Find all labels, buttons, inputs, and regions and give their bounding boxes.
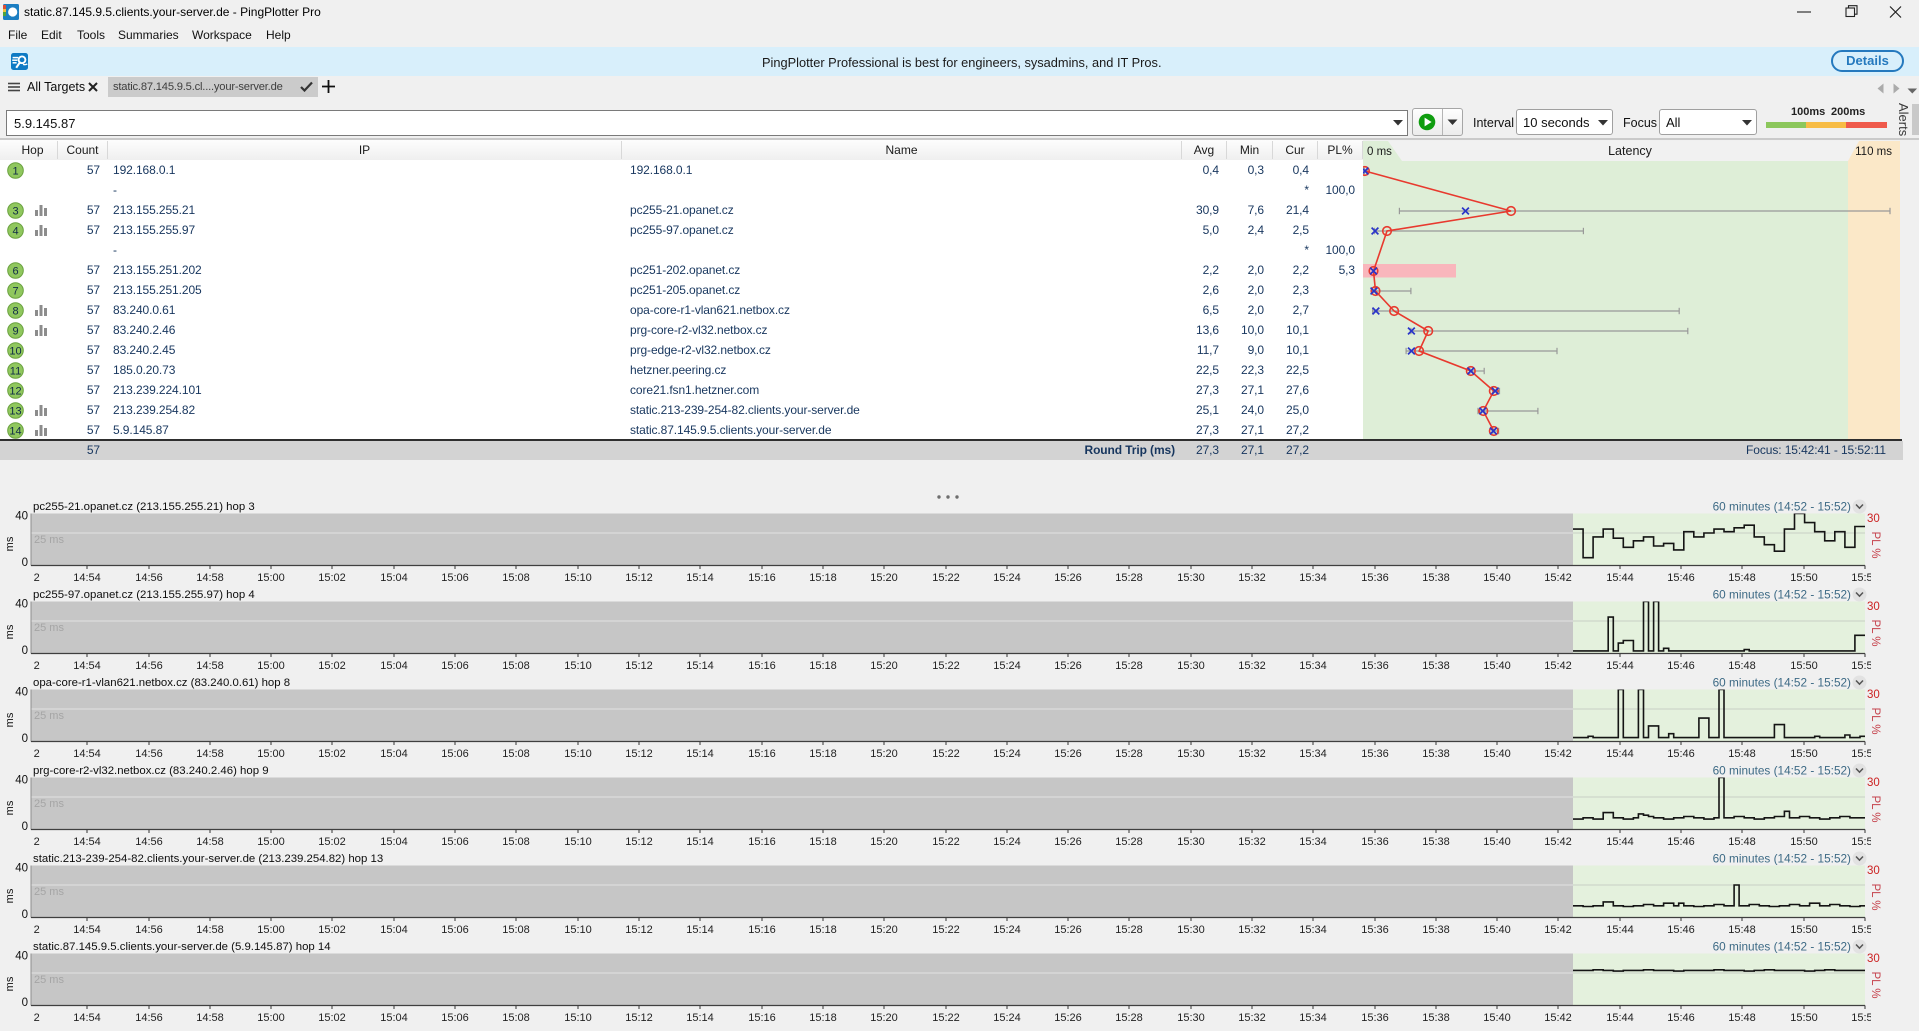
svg-text:15:08: 15:08	[502, 1012, 530, 1024]
svg-text:ms: ms	[4, 624, 16, 639]
svg-text:25 ms: 25 ms	[34, 974, 64, 986]
svg-text:60 minutes (14:52 - 15:52): 60 minutes (14:52 - 15:52)	[1713, 588, 1851, 602]
svg-text:pc255-97.opanet.cz (213.155.25: pc255-97.opanet.cz (213.155.255.97) hop …	[33, 589, 255, 601]
svg-text:PL %: PL %	[1869, 619, 1881, 646]
svg-text:15:34: 15:34	[1299, 1012, 1327, 1024]
svg-text:30: 30	[1867, 777, 1880, 789]
svg-text:15:10: 15:10	[564, 1012, 592, 1024]
svg-text:12: 12	[9, 385, 21, 397]
svg-text:10: 10	[9, 345, 21, 357]
svg-text:60 minutes (14:52 - 15:52): 60 minutes (14:52 - 15:52)	[1713, 676, 1851, 690]
svg-text:ms: ms	[4, 976, 16, 991]
svg-text:15:28: 15:28	[1115, 1012, 1143, 1024]
svg-text:15:26: 15:26	[1054, 1012, 1082, 1024]
svg-text:15:42: 15:42	[1544, 1012, 1572, 1024]
svg-text:3: 3	[12, 205, 18, 217]
svg-text:15:02: 15:02	[318, 1012, 346, 1024]
svg-text:15:24: 15:24	[993, 1012, 1021, 1024]
svg-text:30: 30	[1867, 601, 1880, 613]
svg-text:25 ms: 25 ms	[34, 622, 64, 634]
svg-text:0: 0	[22, 733, 28, 745]
svg-text:opa-core-r1-vlan621.netbox.cz: opa-core-r1-vlan621.netbox.cz (83.240.0.…	[33, 677, 290, 689]
svg-text:14:56: 14:56	[135, 1012, 163, 1024]
svg-text:15:30: 15:30	[1177, 1012, 1205, 1024]
svg-text:Latency: Latency	[1608, 144, 1653, 158]
svg-text:PL %: PL %	[1869, 707, 1881, 734]
svg-text:110 ms: 110 ms	[1855, 146, 1892, 158]
svg-text:4: 4	[12, 225, 18, 237]
svg-text:prg-core-r2-vl32.netbox.cz (83: prg-core-r2-vl32.netbox.cz (83.240.2.46)…	[33, 765, 269, 777]
svg-text:14:58: 14:58	[196, 1012, 224, 1024]
svg-text:ms: ms	[4, 888, 16, 903]
svg-text:15:18: 15:18	[809, 1012, 837, 1024]
svg-text:60 minutes (14:52 - 15:52): 60 minutes (14:52 - 15:52)	[1713, 764, 1851, 778]
svg-text:25 ms: 25 ms	[34, 710, 64, 722]
svg-text:25 ms: 25 ms	[34, 534, 64, 546]
svg-text:9: 9	[12, 325, 18, 337]
svg-text:0: 0	[22, 997, 28, 1009]
svg-text:ms: ms	[4, 536, 16, 551]
svg-text:14:52: 14:52	[12, 1012, 40, 1024]
svg-text:15:16: 15:16	[748, 1012, 776, 1024]
svg-text:8: 8	[12, 305, 18, 317]
svg-text:PL %: PL %	[1869, 971, 1881, 998]
svg-text:6: 6	[12, 265, 18, 277]
svg-text:static.213-239-254-82.clients.: static.213-239-254-82.clients.your-serve…	[33, 853, 383, 865]
svg-text:15:40: 15:40	[1483, 1012, 1511, 1024]
svg-text:pc255-21.opanet.cz (213.155.25: pc255-21.opanet.cz (213.155.255.21) hop …	[33, 501, 255, 513]
svg-text:15:36: 15:36	[1361, 1012, 1389, 1024]
svg-text:60 minutes (14:52 - 15:52): 60 minutes (14:52 - 15:52)	[1713, 940, 1851, 954]
svg-text:13: 13	[9, 405, 21, 417]
svg-text:ms: ms	[4, 800, 16, 815]
svg-text:60 minutes (14:52 - 15:52): 60 minutes (14:52 - 15:52)	[1713, 852, 1851, 866]
svg-text:40: 40	[15, 775, 28, 787]
svg-text:30: 30	[1867, 513, 1880, 525]
svg-text:15:46: 15:46	[1667, 1012, 1695, 1024]
svg-text:15:22: 15:22	[932, 1012, 960, 1024]
svg-text:15:38: 15:38	[1422, 1012, 1450, 1024]
svg-text:15:20: 15:20	[870, 1012, 898, 1024]
svg-text:14:54: 14:54	[73, 1012, 101, 1024]
svg-text:ms: ms	[4, 712, 16, 727]
svg-text:11: 11	[10, 365, 21, 377]
svg-text:15:50: 15:50	[1790, 1012, 1818, 1024]
svg-text:15:00: 15:00	[257, 1012, 285, 1024]
svg-text:15:04: 15:04	[380, 1012, 408, 1024]
svg-text:15:14: 15:14	[686, 1012, 714, 1024]
svg-text:15:12: 15:12	[625, 1012, 653, 1024]
svg-text:40: 40	[15, 863, 28, 875]
svg-text:PL %: PL %	[1869, 531, 1881, 558]
svg-text:15:06: 15:06	[441, 1012, 469, 1024]
svg-text:40: 40	[15, 599, 28, 611]
svg-text:40: 40	[15, 687, 28, 699]
svg-text:40: 40	[15, 511, 28, 523]
svg-text:25 ms: 25 ms	[34, 886, 64, 898]
svg-text:0: 0	[22, 909, 28, 921]
svg-text:PL %: PL %	[1869, 795, 1881, 822]
svg-text:15:32: 15:32	[1238, 1012, 1266, 1024]
svg-text:0: 0	[22, 645, 28, 657]
svg-text:30: 30	[1867, 953, 1880, 965]
svg-text:15:48: 15:48	[1728, 1012, 1756, 1024]
svg-text:PL %: PL %	[1869, 883, 1881, 910]
svg-text:15:52: 15:52	[1851, 1012, 1879, 1024]
svg-text:0: 0	[22, 821, 28, 833]
svg-text:static.87.145.9.5.clients.your: static.87.145.9.5.clients.your-server.de…	[33, 941, 331, 953]
svg-text:7: 7	[12, 285, 18, 297]
svg-text:0 ms: 0 ms	[1367, 146, 1392, 158]
svg-text:30: 30	[1867, 865, 1880, 877]
svg-text:25 ms: 25 ms	[34, 798, 64, 810]
svg-text:15:44: 15:44	[1606, 1012, 1634, 1024]
svg-text:60 minutes (14:52 - 15:52): 60 minutes (14:52 - 15:52)	[1713, 500, 1851, 514]
svg-text:30: 30	[1867, 689, 1880, 701]
svg-text:40: 40	[15, 951, 28, 963]
svg-text:1: 1	[12, 165, 18, 177]
svg-text:0: 0	[22, 557, 28, 569]
svg-text:14: 14	[9, 425, 21, 437]
